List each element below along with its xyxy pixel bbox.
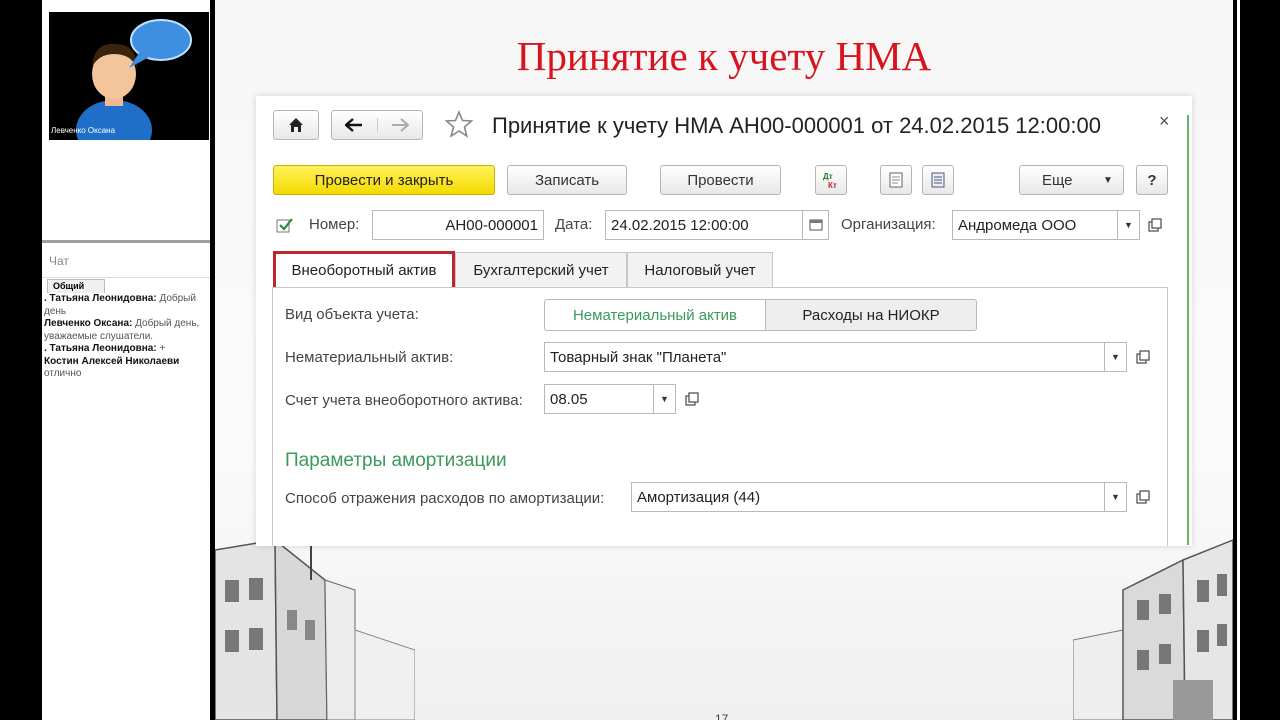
number-field[interactable]: АН00-000001 bbox=[372, 210, 544, 240]
save-button[interactable]: Записать bbox=[507, 165, 627, 195]
object-type-label: Вид объекта учета: bbox=[285, 306, 419, 323]
help-button[interactable]: ? bbox=[1136, 165, 1168, 195]
screen: Левченко Оксана Чат Общий . Татьяна Леон… bbox=[0, 0, 1280, 720]
intangible-asset-open-button[interactable] bbox=[1133, 347, 1153, 367]
user-avatar-icon bbox=[76, 19, 192, 140]
amortization-section-title: Параметры амортизации bbox=[285, 450, 507, 471]
account-field[interactable]: 08.05 bbox=[544, 384, 654, 414]
form-accent-line bbox=[1187, 115, 1189, 545]
object-type-intangible-asset[interactable]: Нематериальный актив bbox=[544, 299, 766, 331]
city-sketch-right-icon bbox=[1073, 539, 1233, 720]
tab-accounting[interactable]: Бухгалтерский учет bbox=[455, 252, 627, 288]
chat-header: Чат bbox=[42, 244, 210, 278]
chat-tab-general[interactable]: Общий bbox=[47, 279, 105, 293]
presenter-video: Левченко Оксана bbox=[49, 12, 209, 140]
open-link-icon bbox=[1136, 490, 1150, 504]
open-link-icon bbox=[685, 392, 699, 406]
intangible-asset-field[interactable]: Товарный знак "Планета" bbox=[544, 342, 1105, 372]
organization-field[interactable]: Андромеда ООО bbox=[952, 210, 1118, 240]
amortization-method-open-button[interactable] bbox=[1133, 487, 1153, 507]
navigation-buttons bbox=[331, 110, 423, 140]
chevron-down-icon: ▼ bbox=[1111, 352, 1120, 362]
calendar-button[interactable] bbox=[803, 210, 829, 240]
object-type-rnd-expenses[interactable]: Расходы на НИОКР bbox=[766, 299, 977, 331]
svg-text:Кт: Кт bbox=[828, 181, 837, 189]
document-icon bbox=[889, 172, 903, 188]
date-field[interactable]: 24.02.2015 12:00:00 bbox=[605, 210, 803, 240]
slide-page-number: 17 bbox=[715, 712, 729, 720]
organization-label: Организация: bbox=[841, 216, 936, 233]
account-dropdown[interactable]: ▼ bbox=[654, 384, 676, 414]
post-and-close-button[interactable]: Провести и закрыть bbox=[273, 165, 495, 195]
chat-message: Левченко Оксана: Добрый день, уважаемые … bbox=[44, 318, 200, 342]
form-title: Принятие к учету НМА АН00-000001 от 24.0… bbox=[492, 113, 1101, 138]
home-button[interactable] bbox=[273, 110, 319, 140]
city-sketch-left-icon bbox=[215, 530, 415, 720]
home-icon bbox=[289, 118, 303, 132]
webinar-sidebar: Левченко Оксана Чат Общий . Татьяна Леон… bbox=[42, 0, 210, 720]
arrow-left-icon bbox=[345, 118, 363, 132]
tab-tax-accounting[interactable]: Налоговый учет bbox=[627, 252, 773, 288]
intangible-asset-dropdown[interactable]: ▼ bbox=[1105, 342, 1127, 372]
post-button[interactable]: Провести bbox=[660, 165, 781, 195]
chevron-down-icon: ▼ bbox=[1103, 174, 1113, 186]
intangible-asset-label: Нематериальный актив: bbox=[285, 349, 454, 366]
slide-scrollbar[interactable] bbox=[1237, 0, 1240, 720]
chevron-down-icon: ▼ bbox=[1111, 492, 1120, 502]
posted-check-icon bbox=[276, 218, 293, 233]
favorite-star-icon[interactable] bbox=[445, 110, 473, 138]
back-button[interactable] bbox=[332, 118, 378, 132]
chat-header-label: Чат bbox=[49, 254, 69, 268]
more-button[interactable]: Еще ▼ bbox=[1019, 165, 1124, 195]
chat-message: . Татьяна Леонидовна: + bbox=[44, 343, 166, 354]
account-open-button[interactable] bbox=[682, 389, 702, 409]
debit-credit-button[interactable]: Дт Кт bbox=[815, 165, 847, 195]
amortization-method-label: Способ отражения расходов по амортизации… bbox=[285, 490, 605, 507]
more-button-label: Еще bbox=[1042, 171, 1073, 189]
chat-message: Костин Алексей Николаеви отлично bbox=[44, 355, 180, 380]
organization-open-button[interactable] bbox=[1145, 215, 1165, 235]
debit-credit-icon: ДтКт bbox=[823, 172, 837, 189]
forward-button[interactable] bbox=[378, 118, 423, 132]
list-icon bbox=[931, 172, 945, 188]
calendar-icon bbox=[809, 219, 822, 231]
number-label: Номер: bbox=[309, 216, 360, 233]
organization-dropdown[interactable]: ▼ bbox=[1118, 210, 1140, 240]
open-link-icon bbox=[1148, 218, 1162, 232]
slide-title: Принятие к учету НМА bbox=[516, 33, 932, 79]
print-document-button[interactable] bbox=[880, 165, 912, 195]
amortization-method-field[interactable]: Амортизация (44) bbox=[631, 482, 1105, 512]
amortization-method-dropdown[interactable]: ▼ bbox=[1105, 482, 1127, 512]
chat-messages: . Татьяна Леонидовна: Добрый день Левчен… bbox=[44, 293, 210, 381]
sidebar-divider bbox=[42, 240, 210, 243]
arrow-right-icon bbox=[391, 118, 409, 132]
date-label: Дата: bbox=[555, 216, 593, 233]
account-label: Счет учета внеоборотного актива: bbox=[285, 392, 523, 409]
open-link-icon bbox=[1136, 350, 1150, 364]
report-button[interactable] bbox=[922, 165, 954, 195]
presenter-name: Левченко Оксана bbox=[51, 126, 116, 135]
chat-message: . Татьяна Леонидовна: Добрый день bbox=[44, 293, 196, 317]
tab-noncurrent-asset[interactable]: Внеоборотный актив bbox=[273, 251, 455, 290]
chevron-down-icon: ▼ bbox=[660, 394, 669, 404]
close-icon[interactable]: × bbox=[1159, 111, 1170, 132]
svg-text:Дт: Дт bbox=[823, 172, 833, 181]
chevron-down-icon: ▼ bbox=[1124, 220, 1133, 230]
